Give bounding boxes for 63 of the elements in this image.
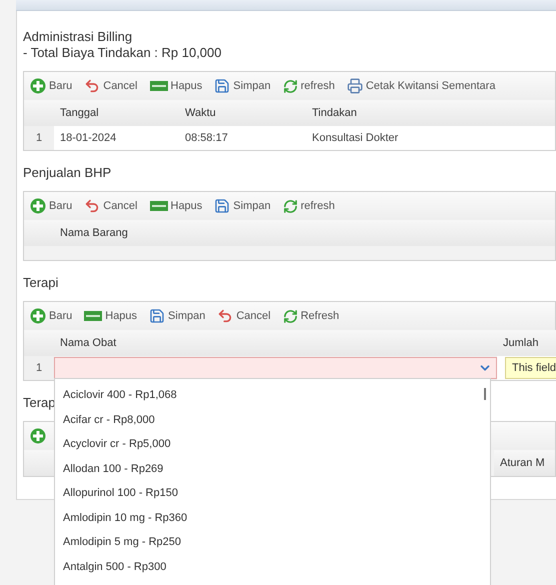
- cancel-button[interactable]: Cancel: [84, 198, 138, 214]
- new-button[interactable]: Baru: [30, 198, 72, 214]
- column-header[interactable]: Nama Obat: [54, 330, 497, 356]
- column-header[interactable]: Nama Barang: [54, 220, 555, 246]
- delete-button[interactable]: Hapus: [150, 80, 202, 92]
- dropdown-option[interactable]: Amlodipin 10 mg - Rp360: [55, 506, 490, 530]
- undo-icon: [217, 308, 234, 324]
- undo-icon: [84, 198, 100, 214]
- dropdown-option[interactable]: Allodan 100 - Rp269: [55, 456, 490, 481]
- column-header[interactable]: Tindakan: [306, 100, 555, 126]
- refresh-icon: [282, 78, 298, 94]
- column-header[interactable]: Tanggal: [54, 100, 179, 126]
- section-title: Administrasi Billing: [23, 29, 132, 45]
- total-cost-text: - Total Biaya Tindakan : Rp 10,000: [23, 45, 222, 61]
- table-cell: 18-01-2024: [54, 126, 179, 150]
- save-icon: [214, 78, 230, 94]
- dropdown-option[interactable]: Allopurinol 100 - Rp150: [55, 481, 490, 506]
- column-header[interactable]: Jumlah: [497, 330, 556, 356]
- new-button[interactable]: [30, 428, 46, 444]
- dropdown-option[interactable]: Acyclovir cr - Rp5,000: [55, 432, 490, 456]
- save-button[interactable]: Simpan: [149, 308, 206, 324]
- save-button[interactable]: Simpan: [214, 78, 271, 94]
- scrollbar-thumb[interactable]: [484, 388, 486, 400]
- save-icon: [149, 308, 166, 324]
- refresh-button[interactable]: refresh: [282, 198, 335, 214]
- new-button[interactable]: Baru: [30, 308, 72, 324]
- plus-icon: [30, 78, 46, 94]
- dropdown-option[interactable]: Amlodipin 5 mg - Rp250: [55, 530, 490, 554]
- header-cell: [24, 450, 54, 476]
- header-cell: [24, 330, 54, 356]
- minus-bar-icon: [150, 201, 168, 211]
- section-title: Terap: [23, 395, 56, 411]
- refresh-button[interactable]: refresh: [282, 78, 335, 94]
- header-cell: [24, 220, 54, 246]
- section-title: Terapi: [23, 275, 58, 291]
- cancel-button[interactable]: Cancel: [84, 78, 138, 94]
- table-cell: 08:58:17: [179, 126, 306, 150]
- dropdown-option[interactable]: Aciclovir 400 - Rp1,068: [55, 383, 490, 408]
- save-button[interactable]: Simpan: [214, 198, 271, 214]
- validation-tooltip: This field: [505, 357, 556, 379]
- header-cell: [24, 100, 54, 126]
- plus-icon: [30, 428, 46, 444]
- table-cell: Konsultasi Dokter: [306, 126, 555, 150]
- cancel-button[interactable]: Cancel: [217, 308, 271, 324]
- dropdown-option[interactable]: Antalgin 500 - Rp300: [55, 554, 490, 579]
- plus-icon: [30, 198, 46, 214]
- delete-button[interactable]: Hapus: [150, 200, 202, 212]
- new-button[interactable]: Baru: [30, 78, 72, 94]
- printer-icon: [346, 78, 363, 94]
- column-header[interactable]: Waktu: [179, 100, 306, 126]
- minus-bar-icon: [84, 311, 102, 321]
- save-icon: [214, 198, 230, 214]
- column-header[interactable]: Aturan M: [494, 450, 555, 476]
- delete-button[interactable]: Hapus: [84, 310, 138, 322]
- minus-bar-icon: [150, 81, 168, 91]
- dropdown-option[interactable]: Acifar cr - Rp8,000: [55, 408, 490, 432]
- refresh-icon: [282, 198, 298, 214]
- plus-icon: [30, 308, 46, 324]
- undo-icon: [84, 78, 100, 94]
- print-button[interactable]: Cetak Kwitansi Sementara: [346, 78, 496, 94]
- refresh-icon: [282, 308, 298, 324]
- section-title: Penjualan BHP: [23, 165, 112, 181]
- refresh-button[interactable]: Refresh: [282, 308, 340, 324]
